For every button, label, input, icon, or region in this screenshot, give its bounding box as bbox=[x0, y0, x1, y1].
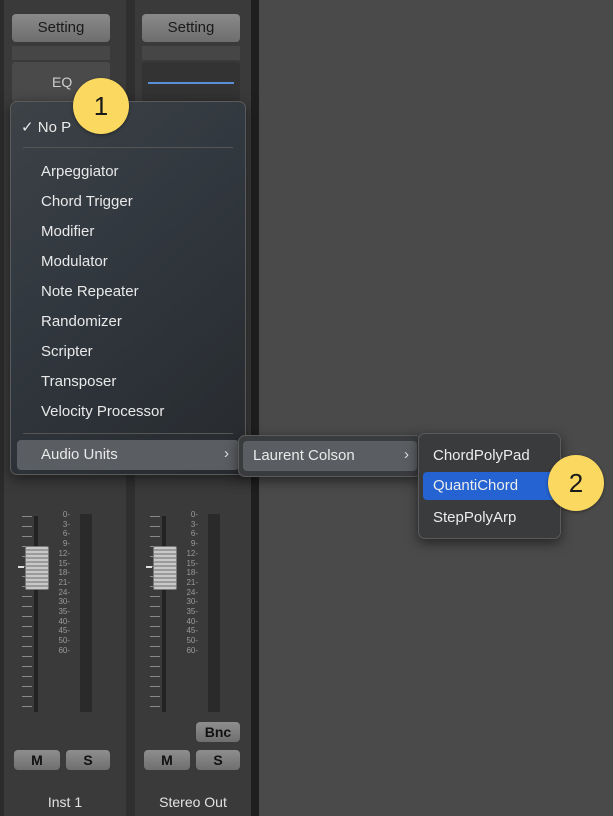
level-meter-inst1 bbox=[80, 514, 92, 712]
scale-label: 45- bbox=[186, 626, 198, 636]
menu-item-note-repeater[interactable]: Note Repeater bbox=[41, 283, 139, 300]
menu-item-label: No P bbox=[37, 119, 72, 136]
scale-label: 24- bbox=[186, 587, 198, 597]
scale-label: 50- bbox=[58, 636, 70, 646]
menu-item-transposer[interactable]: Transposer bbox=[41, 373, 116, 390]
menu-item-label: Audio Units bbox=[41, 446, 118, 463]
scale-label: 60- bbox=[58, 645, 70, 655]
menu-separator bbox=[23, 147, 233, 148]
scale-label: 18- bbox=[186, 568, 198, 578]
annotation-badge-2: 2 bbox=[548, 455, 604, 511]
scale-label: 3- bbox=[190, 519, 198, 529]
menu-separator bbox=[23, 433, 233, 434]
channel-name-inst1[interactable]: Inst 1 bbox=[4, 794, 126, 810]
main-area bbox=[259, 0, 613, 816]
scale-label: 15- bbox=[58, 558, 70, 568]
fader-unity-mark bbox=[146, 566, 152, 568]
scale-label: 24- bbox=[58, 587, 70, 597]
menu-item-chordpolypad[interactable]: ChordPolyPad bbox=[433, 447, 530, 464]
level-meter-stereo-out bbox=[208, 514, 220, 712]
fader-unity-mark bbox=[18, 566, 24, 568]
mute-button-inst1[interactable]: M bbox=[14, 750, 60, 770]
scale-label: 9- bbox=[190, 539, 198, 549]
empty-slot-inst1[interactable] bbox=[12, 46, 110, 60]
scale-label: 60- bbox=[186, 645, 198, 655]
laurent-colson-submenu: ChordPolyPad QuantiChord StepPolyArp bbox=[418, 433, 561, 539]
menu-item-label: Laurent Colson bbox=[253, 447, 355, 464]
menu-item-velocity-processor[interactable]: Velocity Processor bbox=[41, 403, 164, 420]
level-scale-inst1: 0- 3- 6- 9- 12- 15- 18- 21- 24- 30- 35- 40- 45- 50- 60… bbox=[50, 510, 70, 656]
menu-item-laurent-colson[interactable]: Laurent Colson › bbox=[243, 441, 417, 471]
scale-label: 12- bbox=[186, 548, 198, 558]
menu-item-arpeggiator[interactable]: Arpeggiator bbox=[41, 163, 119, 180]
scale-label: 12- bbox=[58, 548, 70, 558]
menu-item-modulator[interactable]: Modulator bbox=[41, 253, 108, 270]
menu-item-scripter[interactable]: Scripter bbox=[41, 343, 93, 360]
scale-label: 35- bbox=[58, 607, 70, 617]
midi-fx-menu: ✓ No P Arpeggiator Chord Trigger Modifie… bbox=[10, 101, 246, 475]
scale-label: 40- bbox=[58, 616, 70, 626]
scale-label: 6- bbox=[62, 529, 70, 539]
volume-fader-knob-inst1[interactable] bbox=[25, 546, 49, 590]
menu-item-quantichord[interactable]: QuantiChord bbox=[423, 472, 556, 500]
left-edge bbox=[0, 0, 4, 816]
scale-label: 21- bbox=[186, 577, 198, 587]
scale-label: 45- bbox=[58, 626, 70, 636]
scale-label: 0- bbox=[190, 510, 198, 519]
scale-label: 21- bbox=[58, 577, 70, 587]
eq-label: EQ bbox=[52, 74, 73, 90]
annotation-badge-1: 1 bbox=[73, 78, 129, 134]
scale-label: 3- bbox=[62, 519, 70, 529]
setting-button-inst1[interactable]: Setting bbox=[12, 14, 110, 42]
audio-units-submenu: Laurent Colson › bbox=[238, 435, 422, 477]
menu-item-chord-trigger[interactable]: Chord Trigger bbox=[41, 193, 133, 210]
chevron-right-icon: › bbox=[224, 445, 229, 462]
solo-button-stereo-out[interactable]: S bbox=[196, 750, 240, 770]
menu-item-audio-units[interactable]: Audio Units › bbox=[17, 440, 239, 470]
chevron-right-icon: › bbox=[404, 446, 409, 463]
scale-label: 50- bbox=[186, 636, 198, 646]
eq-display-stereo-out[interactable] bbox=[142, 62, 240, 102]
channel-name-stereo-out[interactable]: Stereo Out bbox=[135, 794, 251, 810]
level-scale-stereo-out: 0- 3- 6- 9- 12- 15- 18- 21- 24- 30- 35- 40- 45- 50- 60… bbox=[178, 510, 198, 656]
menu-item-steppolyarp[interactable]: StepPolyArp bbox=[433, 509, 516, 526]
scale-label: 35- bbox=[186, 607, 198, 617]
scale-label: 40- bbox=[186, 616, 198, 626]
empty-slot-stereo-out[interactable] bbox=[142, 46, 240, 60]
eq-curve bbox=[148, 82, 234, 84]
scale-label: 9- bbox=[62, 539, 70, 549]
scale-label: 30- bbox=[58, 597, 70, 607]
setting-button-stereo-out[interactable]: Setting bbox=[142, 14, 240, 42]
solo-button-inst1[interactable]: S bbox=[66, 750, 110, 770]
scale-label: 0- bbox=[62, 510, 70, 519]
menu-item-no-plugin[interactable]: ✓ No P bbox=[21, 118, 71, 136]
menu-item-label: QuantiChord bbox=[433, 477, 519, 494]
menu-item-randomizer[interactable]: Randomizer bbox=[41, 313, 122, 330]
scale-label: 30- bbox=[186, 597, 198, 607]
scale-label: 18- bbox=[58, 568, 70, 578]
mute-button-stereo-out[interactable]: M bbox=[144, 750, 190, 770]
bounce-button[interactable]: Bnc bbox=[196, 722, 240, 742]
volume-fader-knob-stereo-out[interactable] bbox=[153, 546, 177, 590]
scale-label: 6- bbox=[190, 529, 198, 539]
mixer-divider bbox=[251, 0, 259, 816]
menu-item-modifier[interactable]: Modifier bbox=[41, 223, 94, 240]
scale-label: 15- bbox=[186, 558, 198, 568]
